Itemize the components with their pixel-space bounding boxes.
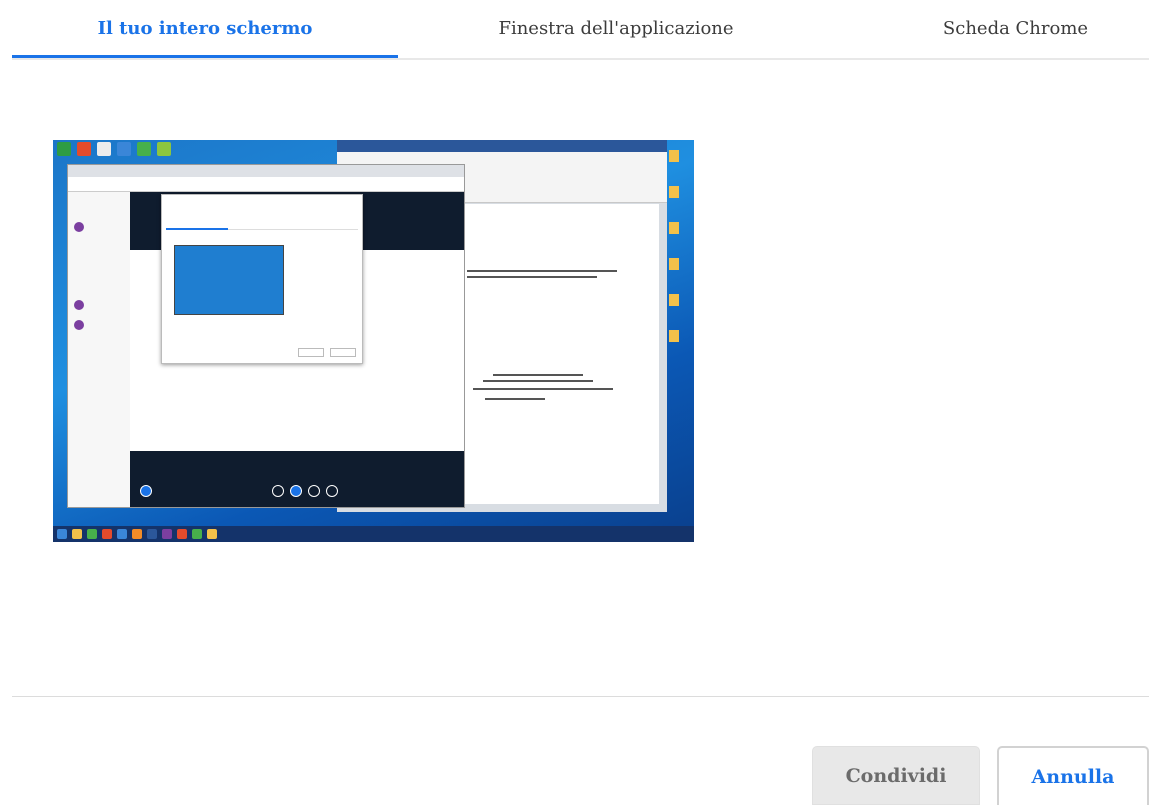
nested-screen-thumbnail <box>174 245 284 315</box>
taskbar-icon <box>102 529 112 539</box>
folder-icon <box>669 150 679 162</box>
text-line <box>467 270 617 272</box>
taskbar-icon <box>192 529 202 539</box>
text-line <box>473 388 613 390</box>
desktop-icon <box>57 142 71 156</box>
start-icon <box>57 529 67 539</box>
tab-chrome-tab[interactable]: Scheda Chrome <box>882 0 1149 56</box>
folder-icon <box>669 258 679 270</box>
desktop-right-icons <box>669 150 681 366</box>
tab-entire-screen[interactable]: Il tuo intero schermo <box>12 0 398 58</box>
source-panel <box>12 60 1149 697</box>
cancel-button[interactable]: Annulla <box>997 746 1149 805</box>
nested-button <box>298 348 324 357</box>
taskbar-icon <box>132 529 142 539</box>
nested-button <box>330 348 356 357</box>
share-button-label: Condividi <box>845 764 947 787</box>
taskbar-icon <box>177 529 187 539</box>
word-titlebar <box>337 140 667 152</box>
desktop-icon <box>97 142 111 156</box>
source-tabs: Il tuo intero schermo Finestra dell'appl… <box>12 0 1149 60</box>
tab-application-window-label: Finestra dell'applicazione <box>498 17 734 39</box>
more-icon <box>326 485 338 497</box>
text-line <box>483 380 593 382</box>
taskbar-icon <box>72 529 82 539</box>
nested-share-dialog <box>161 194 363 364</box>
windows-taskbar <box>53 526 694 542</box>
nested-dialog-buttons <box>298 348 356 357</box>
desktop-icon <box>117 142 131 156</box>
desktop-icon <box>77 142 91 156</box>
desktop-icon <box>157 142 171 156</box>
chrome-sidebar <box>68 192 131 507</box>
text-line <box>467 276 597 278</box>
nested-dialog-tabs <box>166 225 358 230</box>
taskbar-icon <box>87 529 97 539</box>
cancel-button-label: Annulla <box>1031 765 1115 788</box>
word-page <box>463 204 659 504</box>
taskbar-icon <box>207 529 217 539</box>
tab-chrome-tab-label: Scheda Chrome <box>942 17 1089 39</box>
folder-icon <box>669 222 679 234</box>
folder-icon <box>669 294 679 306</box>
meeting-bottom-bar <box>130 451 464 507</box>
tab-application-window[interactable]: Finestra dell'applicazione <box>445 0 787 56</box>
folder-icon <box>669 186 679 198</box>
avatar <box>74 300 84 310</box>
taskbar-icon <box>147 529 157 539</box>
text-line <box>493 374 583 376</box>
chrome-tabbar <box>68 165 464 177</box>
tab-entire-screen-label: Il tuo intero schermo <box>97 17 313 39</box>
taskbar-icon <box>162 529 172 539</box>
taskbar-icon <box>117 529 127 539</box>
mic-icon <box>272 485 284 497</box>
call-icon <box>290 485 302 497</box>
info-icon <box>140 485 152 497</box>
text-line <box>485 398 545 400</box>
avatar <box>74 222 84 232</box>
screen-thumbnail[interactable] <box>53 140 694 542</box>
desktop-icons <box>57 142 171 156</box>
desktop-icon <box>137 142 151 156</box>
avatar <box>74 320 84 330</box>
share-button[interactable]: Condividi <box>812 746 980 805</box>
chrome-address-bar <box>68 177 464 192</box>
camera-icon <box>308 485 320 497</box>
folder-icon <box>669 330 679 342</box>
